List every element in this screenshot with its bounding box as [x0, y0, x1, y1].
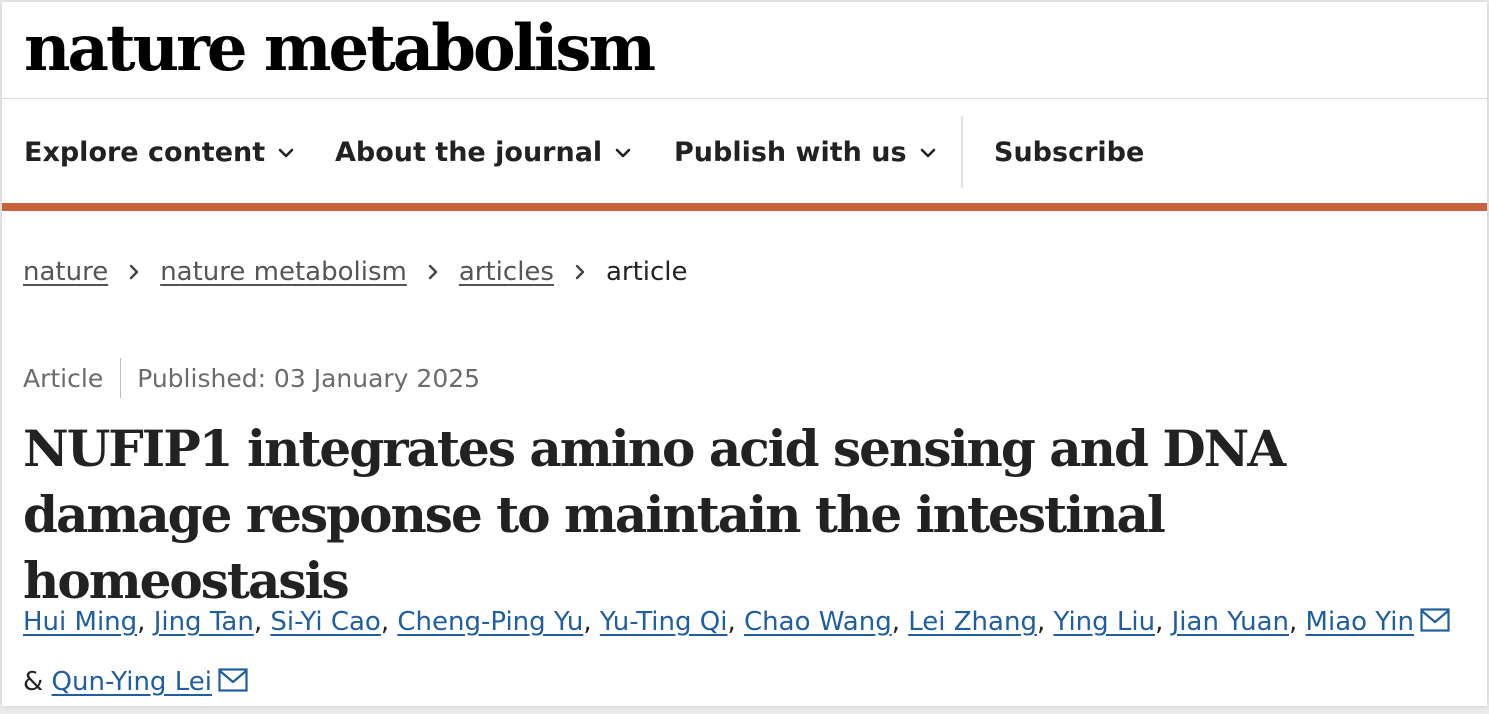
- author-list: Hui Ming, Jing Tan, Si-Yi Cao, Cheng-Pin…: [23, 592, 1463, 706]
- author-link[interactable]: Qun-Ying Lei: [52, 667, 212, 697]
- mail-icon[interactable]: [1420, 594, 1450, 632]
- author-separator: ,: [1155, 607, 1164, 637]
- author-separator: ,: [253, 607, 263, 637]
- nav-publish-with-us[interactable]: Publish with us: [674, 100, 937, 205]
- breadcrumb-current: article: [605, 257, 688, 287]
- mail-icon[interactable]: [218, 654, 248, 692]
- nav-about-label: About the journal: [335, 137, 603, 168]
- article-title: NUFIP1 integrates amino acid sensing and…: [23, 419, 1286, 610]
- author-link[interactable]: Chao Wang: [744, 607, 892, 637]
- breadcrumb-link-articles[interactable]: articles: [459, 257, 554, 287]
- nav-divider: [961, 116, 963, 188]
- author-link[interactable]: Lei Zhang: [908, 607, 1037, 637]
- author-link[interactable]: Jing Tan: [154, 607, 254, 637]
- nav-publish-label: Publish with us: [674, 137, 907, 168]
- chevron-down-icon: [614, 144, 632, 162]
- author-separator: ,: [891, 607, 900, 637]
- chevron-down-icon: [277, 144, 295, 162]
- author-link[interactable]: Cheng-Ping Yu: [397, 607, 583, 637]
- author-link[interactable]: Ying Liu: [1053, 607, 1155, 637]
- article-meta: Article Published: 03 January 2025: [23, 356, 480, 400]
- breadcrumb-link-nature-metabolism[interactable]: nature metabolism: [160, 257, 407, 287]
- header-divider: [2, 98, 1487, 99]
- chevron-right-icon: [108, 263, 160, 281]
- author-separator: ,: [380, 607, 390, 637]
- author-separator: ,: [137, 607, 146, 637]
- chevron-down-icon: [919, 144, 937, 162]
- author-link[interactable]: Jian Yuan: [1172, 607, 1289, 637]
- author-link[interactable]: Hui Ming: [23, 607, 137, 637]
- page: nature metabolism Explore content About …: [2, 2, 1487, 706]
- author-separator: ,: [583, 607, 592, 637]
- author-separator: ,: [727, 607, 736, 637]
- main-nav: Explore content About the journal Publis…: [2, 100, 1487, 205]
- breadcrumb-link-nature[interactable]: nature: [23, 257, 108, 287]
- author-separator: ,: [1289, 607, 1298, 637]
- chevron-right-icon: [554, 263, 606, 281]
- meta-divider: [120, 358, 122, 398]
- author-link[interactable]: Si-Yi Cao: [270, 607, 380, 637]
- author-link[interactable]: Miao Yin: [1306, 607, 1414, 637]
- author-separator: ,: [1036, 607, 1046, 637]
- author-ampersand: &: [23, 667, 44, 697]
- accent-rule: [2, 203, 1487, 211]
- published-date: Published: 03 January 2025: [137, 363, 481, 393]
- breadcrumb: nature nature metabolism articles articl…: [23, 252, 688, 292]
- nav-explore-content[interactable]: Explore content: [24, 100, 295, 205]
- article-type: Article: [23, 363, 104, 393]
- author-link[interactable]: Yu-Ting Qi: [600, 607, 728, 637]
- nav-subscribe[interactable]: Subscribe: [994, 100, 1144, 205]
- site-logo[interactable]: nature metabolism: [24, 4, 656, 94]
- nav-about-journal[interactable]: About the journal: [335, 100, 632, 205]
- nav-explore-label: Explore content: [24, 137, 266, 168]
- chevron-right-icon: [407, 263, 459, 281]
